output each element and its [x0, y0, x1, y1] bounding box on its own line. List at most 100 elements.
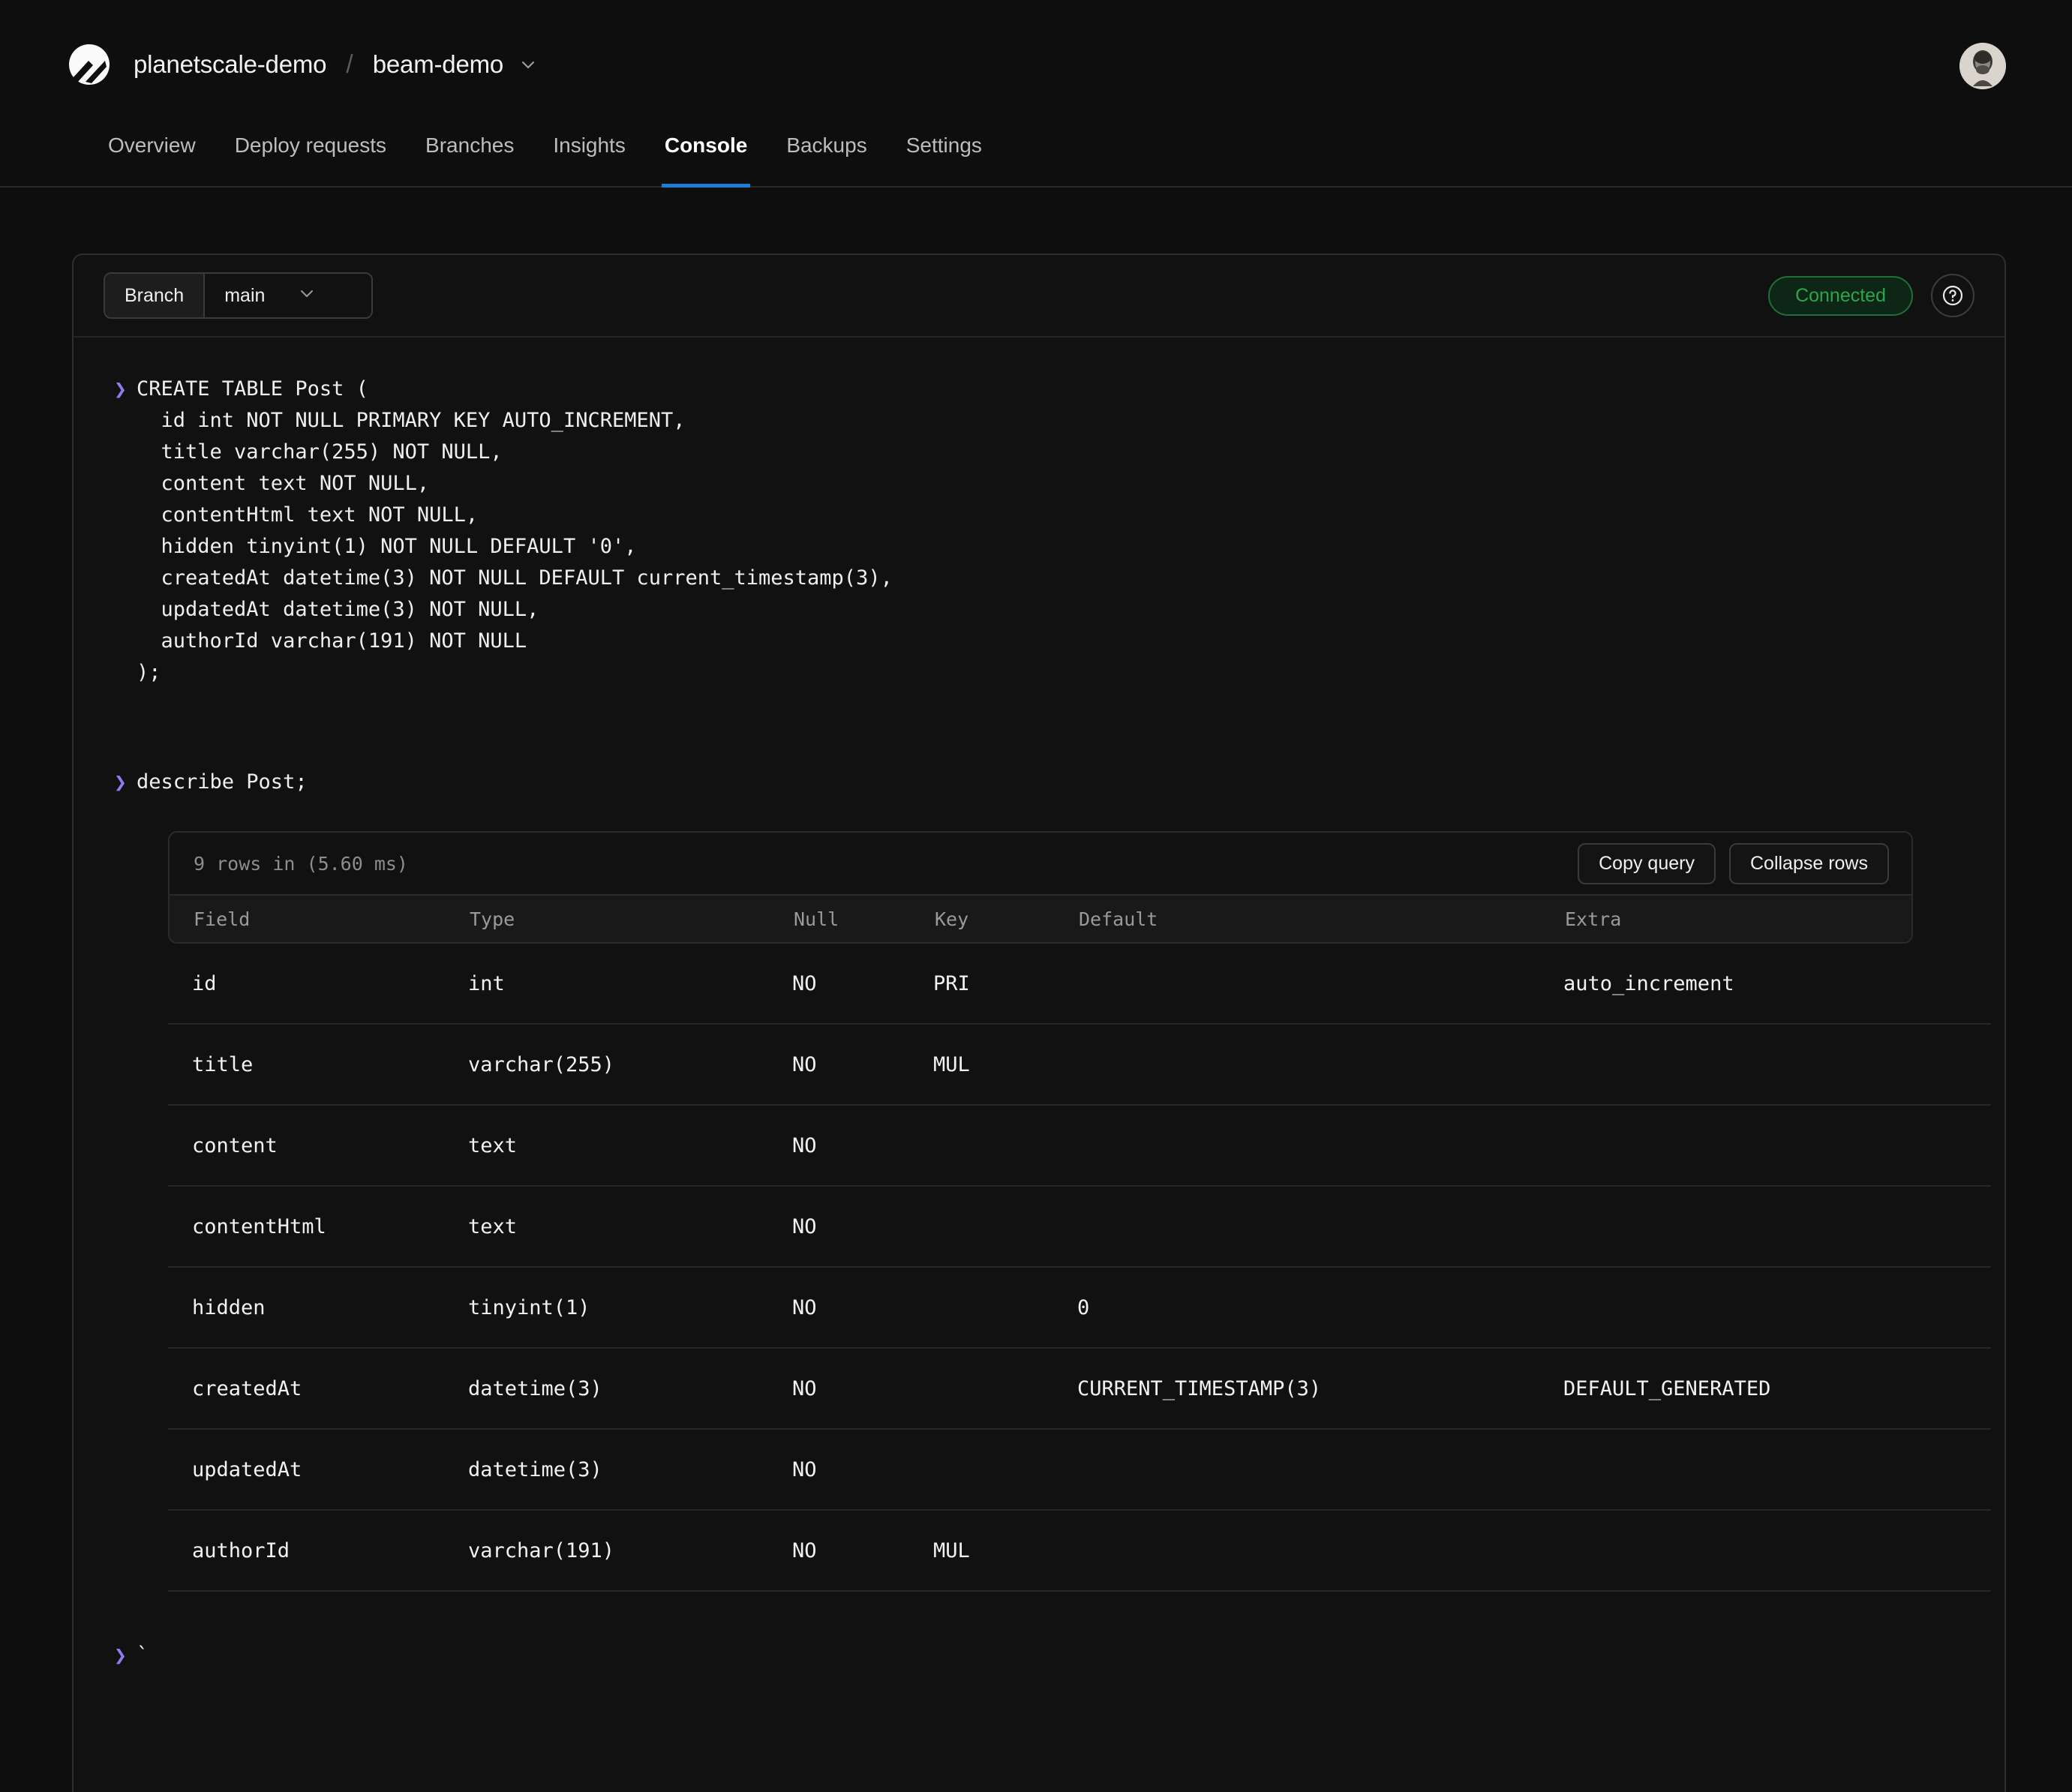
prompt-chevron-icon: ❯: [114, 1643, 127, 1667]
table-row[interactable]: updatedAt datetime(3) NO: [168, 1430, 1991, 1511]
column-header-type: Type: [470, 908, 515, 930]
help-button[interactable]: [1931, 274, 1974, 317]
cell-type: text: [468, 1214, 518, 1238]
collapse-rows-button[interactable]: Collapse rows: [1728, 842, 1889, 884]
cell-field: title: [192, 1052, 254, 1076]
query-text[interactable]: hidden tinyint(1) NOT NULL DEFAULT '0',: [117, 531, 637, 563]
query-text[interactable]: updatedAt datetime(3) NOT NULL,: [117, 594, 539, 626]
column-header-default: Default: [1079, 908, 1158, 930]
column-header-field: Field: [194, 908, 251, 930]
breadcrumb-separator: /: [346, 50, 353, 79]
prompt-chevron-icon: ❯: [114, 377, 127, 401]
query-text[interactable]: describe Post;: [117, 767, 308, 798]
table-row[interactable]: content text NO: [168, 1106, 1991, 1187]
query-text[interactable]: createdAt datetime(3) NOT NULL DEFAULT c…: [117, 563, 893, 594]
console-line: authorId varchar(191) NOT NULL: [74, 626, 2004, 657]
column-header-null: Null: [794, 908, 839, 930]
cell-type: datetime(3): [468, 1457, 602, 1481]
cell-field: updatedAt: [192, 1457, 302, 1481]
query-text[interactable]: CREATE TABLE Post (: [117, 374, 368, 405]
cell-field: authorId: [192, 1538, 290, 1562]
console-entry-describe: ❯ describe Post;: [74, 767, 2004, 798]
cell-extra: DEFAULT_GENERATED: [1563, 1376, 1771, 1400]
table-row[interactable]: hidden tinyint(1) NO 0: [168, 1268, 1991, 1349]
column-header-extra: Extra: [1565, 908, 1622, 930]
cell-field: contentHtml: [192, 1214, 326, 1238]
cell-field: id: [192, 971, 217, 995]
cell-field: content: [192, 1133, 278, 1157]
console-panel: Branch main Connected ❯ CREATE TABLE Pos…: [72, 254, 2006, 1792]
tab-backups[interactable]: Backups: [767, 134, 886, 186]
query-text[interactable]: id int NOT NULL PRIMARY KEY AUTO_INCREME…: [117, 405, 686, 437]
branch-selector-value[interactable]: main: [205, 274, 372, 317]
console-line: ❯ describe Post;: [74, 767, 2004, 798]
top-bar: planetscale-demo / beam-demo Overview De…: [0, 0, 2072, 188]
chevron-down-icon[interactable]: [520, 56, 536, 73]
query-text[interactable]: authorId varchar(191) NOT NULL: [117, 626, 527, 657]
tab-overview[interactable]: Overview: [89, 134, 215, 186]
console-line: id int NOT NULL PRIMARY KEY AUTO_INCREME…: [74, 405, 2004, 437]
table-row[interactable]: createdAt datetime(3) NO CURRENT_TIMESTA…: [168, 1349, 1991, 1430]
console-line: content text NOT NULL,: [74, 468, 2004, 500]
console-line: updatedAt datetime(3) NOT NULL,: [74, 594, 2004, 626]
branch-selector[interactable]: Branch main: [104, 272, 374, 319]
cell-null: NO: [792, 1133, 817, 1157]
planetscale-logo-icon[interactable]: [66, 41, 113, 88]
column-header-key: Key: [935, 908, 969, 930]
cell-key: MUL: [933, 1052, 970, 1076]
query-text[interactable]: content text NOT NULL,: [117, 468, 430, 500]
cell-type: int: [468, 971, 505, 995]
main-nav-tabs: Overview Deploy requests Branches Insigh…: [0, 90, 2072, 188]
console-input-text[interactable]: `: [117, 1640, 149, 1671]
cell-field: createdAt: [192, 1376, 302, 1400]
tab-console[interactable]: Console: [645, 134, 767, 188]
cell-extra: auto_increment: [1563, 971, 1734, 995]
console-line: title varchar(255) NOT NULL,: [74, 437, 2004, 468]
cell-key: MUL: [933, 1538, 970, 1562]
cell-default: CURRENT_TIMESTAMP(3): [1077, 1376, 1322, 1400]
database-name[interactable]: beam-demo: [373, 50, 503, 79]
org-name[interactable]: planetscale-demo: [134, 50, 326, 79]
cell-type: varchar(255): [468, 1052, 615, 1076]
table-row[interactable]: id int NO PRI auto_increment: [168, 944, 1991, 1025]
branch-selector-label: Branch: [105, 274, 206, 317]
table-row[interactable]: authorId varchar(191) NO MUL: [168, 1511, 1991, 1592]
cell-null: NO: [792, 1214, 817, 1238]
tab-deploy-requests[interactable]: Deploy requests: [215, 134, 406, 186]
tab-insights[interactable]: Insights: [533, 134, 645, 186]
cell-default: 0: [1077, 1295, 1090, 1319]
tab-settings[interactable]: Settings: [887, 134, 1001, 186]
cell-null: NO: [792, 971, 817, 995]
console-entry-input: ❯ `: [74, 1592, 2004, 1671]
copy-query-button[interactable]: Copy query: [1578, 842, 1716, 884]
query-text[interactable]: );: [117, 657, 161, 689]
avatar[interactable]: [1959, 43, 2006, 89]
cell-type: tinyint(1): [468, 1295, 590, 1319]
result-actions: Copy query Collapse rows: [1578, 842, 1889, 884]
console-toolbar: Branch main Connected: [74, 255, 2004, 338]
console-line: hidden tinyint(1) NOT NULL DEFAULT '0',: [74, 531, 2004, 563]
cell-field: hidden: [192, 1295, 266, 1319]
rows-count: 9 rows in (5.60 ms): [194, 852, 408, 875]
table-body: id int NO PRI auto_increment title varch…: [168, 944, 1991, 1592]
cell-type: text: [468, 1133, 518, 1157]
tab-branches[interactable]: Branches: [406, 134, 533, 186]
console-line: createdAt datetime(3) NOT NULL DEFAULT c…: [74, 563, 2004, 594]
cell-key: PRI: [933, 971, 970, 995]
query-text[interactable]: contentHtml text NOT NULL,: [117, 500, 479, 531]
console-line: ❯ `: [74, 1640, 2004, 1671]
query-text[interactable]: title varchar(255) NOT NULL,: [117, 437, 503, 468]
cell-type: datetime(3): [468, 1376, 602, 1400]
table-row[interactable]: title varchar(255) NO MUL: [168, 1025, 1991, 1106]
branch-name: main: [224, 284, 266, 306]
status-badge: Connected: [1768, 275, 1913, 316]
query-result: 9 rows in (5.60 ms) Copy query Collapse …: [74, 831, 2004, 1592]
console-output: ❯ CREATE TABLE Post ( id int NOT NULL PR…: [74, 338, 2004, 1671]
cell-null: NO: [792, 1457, 817, 1481]
cell-null: NO: [792, 1376, 817, 1400]
result-meta-row: 9 rows in (5.60 ms) Copy query Collapse …: [170, 833, 1911, 894]
table-row[interactable]: contentHtml text NO: [168, 1187, 1991, 1268]
console-toolbar-right: Connected: [1768, 255, 1974, 336]
